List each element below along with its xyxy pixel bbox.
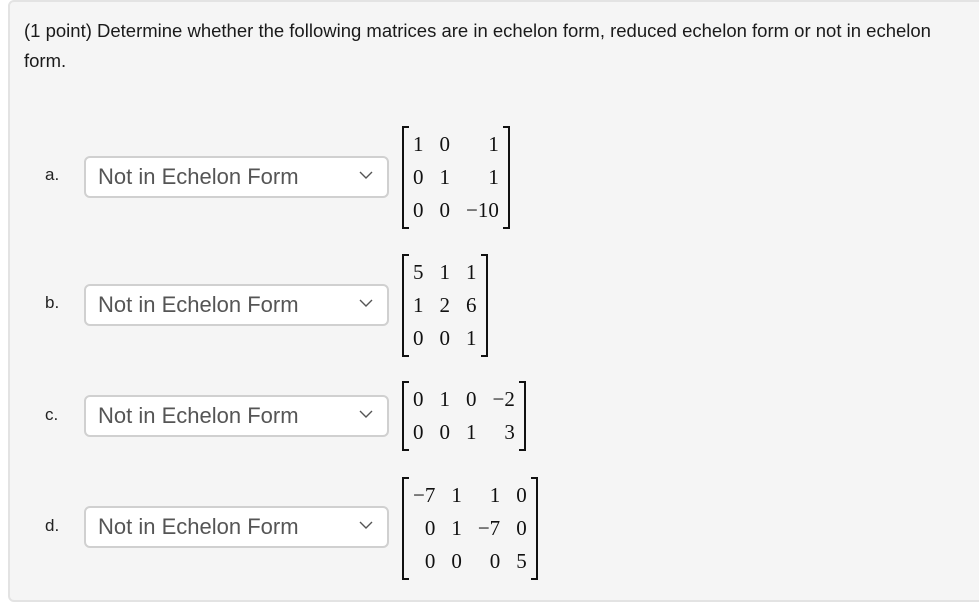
right-bracket <box>502 126 510 229</box>
right-bracket <box>530 477 538 580</box>
select-value: Not in Echelon Form <box>98 514 299 539</box>
matrix-a: 1 0 1 0 1 1 0 0 −10 <box>402 126 510 229</box>
matrix-grid: 0 1 0 −2 0 0 1 3 <box>409 381 519 451</box>
matrix-cell: 1 <box>413 132 424 156</box>
matrix-cell: 1 <box>466 420 477 444</box>
matrix-cell: 1 <box>489 483 501 507</box>
item-label: b. <box>45 293 60 312</box>
answer-select-b[interactable]: Not in Echelon Form <box>84 284 389 326</box>
matrix-d: −7 1 1 0 0 1 −7 0 0 0 0 5 <box>402 477 538 580</box>
matrix-cell: 0 <box>413 165 424 189</box>
matrix-cell: −2 <box>492 387 515 411</box>
left-bracket <box>402 381 409 451</box>
matrix-cell: 0 <box>439 198 451 222</box>
right-bracket <box>480 254 488 357</box>
select-value: Not in Echelon Form <box>98 403 299 428</box>
matrix-cell: 1 <box>439 165 451 189</box>
matrix-cell: 1 <box>466 260 477 284</box>
chevron-down-icon <box>359 521 373 529</box>
matrix-cell: 0 <box>466 387 477 411</box>
right-bracket <box>518 381 526 451</box>
left-bracket <box>402 126 409 229</box>
chevron-down-icon <box>359 410 373 418</box>
matrix-cell: 5 <box>516 549 527 573</box>
left-bracket <box>402 254 409 357</box>
matrix-cell: 0 <box>424 516 436 540</box>
matrix-cell: 0 <box>413 420 424 444</box>
matrix-cell: 0 <box>451 549 462 573</box>
matrix-grid: 1 0 1 0 1 1 0 0 −10 <box>409 126 503 229</box>
select-value: Not in Echelon Form <box>98 292 299 317</box>
matrix-cell: 0 <box>413 387 424 411</box>
item-label: d. <box>45 516 60 535</box>
answer-select-a[interactable]: Not in Echelon Form <box>84 156 389 198</box>
matrix-cell: 1 <box>466 326 477 350</box>
matrix-cell: 0 <box>413 198 424 222</box>
matrix-cell: 0 <box>489 549 501 573</box>
matrix-cell: −7 <box>413 483 436 507</box>
left-bracket <box>402 477 409 580</box>
matrix-cell: 1 <box>451 483 462 507</box>
matrix-c: 0 1 0 −2 0 0 1 3 <box>402 381 526 451</box>
matrix-cell: 0 <box>439 326 451 350</box>
matrix-cell: 2 <box>439 293 451 317</box>
matrix-cell: 0 <box>516 516 527 540</box>
matrix-cell: 0 <box>439 132 451 156</box>
chevron-down-icon <box>359 299 373 307</box>
matrix-cell: 1 <box>488 132 499 156</box>
answer-select-d[interactable]: Not in Echelon Form <box>84 506 389 548</box>
matrix-cell: 0 <box>516 483 527 507</box>
matrix-cell: 5 <box>413 260 424 284</box>
item-label: c. <box>45 405 59 424</box>
item-label: a. <box>45 165 60 184</box>
chevron-down-icon <box>359 171 373 179</box>
matrix-cell: 6 <box>466 293 477 317</box>
matrix-cell: 1 <box>413 293 424 317</box>
select-value: Not in Echelon Form <box>98 164 299 189</box>
matrix-cell: 1 <box>439 387 451 411</box>
matrix-cell: 1 <box>439 260 451 284</box>
matrix-cell: 0 <box>439 420 451 444</box>
matrix-b: 511126001 <box>402 254 488 357</box>
matrix-grid: 511126001 <box>409 254 481 357</box>
matrix-cell: 0 <box>424 549 436 573</box>
matrix-grid: −7 1 1 0 0 1 −7 0 0 0 0 5 <box>409 477 531 580</box>
answer-select-c[interactable]: Not in Echelon Form <box>84 395 389 437</box>
matrix-cell: 0 <box>413 326 424 350</box>
matrix-cell: 1 <box>488 165 499 189</box>
problem-prompt: (1 point) Determine whether the followin… <box>24 20 931 71</box>
matrix-cell: −10 <box>466 198 499 222</box>
matrix-cell: 3 <box>504 420 515 444</box>
matrix-cell: 1 <box>451 516 462 540</box>
matrix-cell: −7 <box>477 516 501 540</box>
